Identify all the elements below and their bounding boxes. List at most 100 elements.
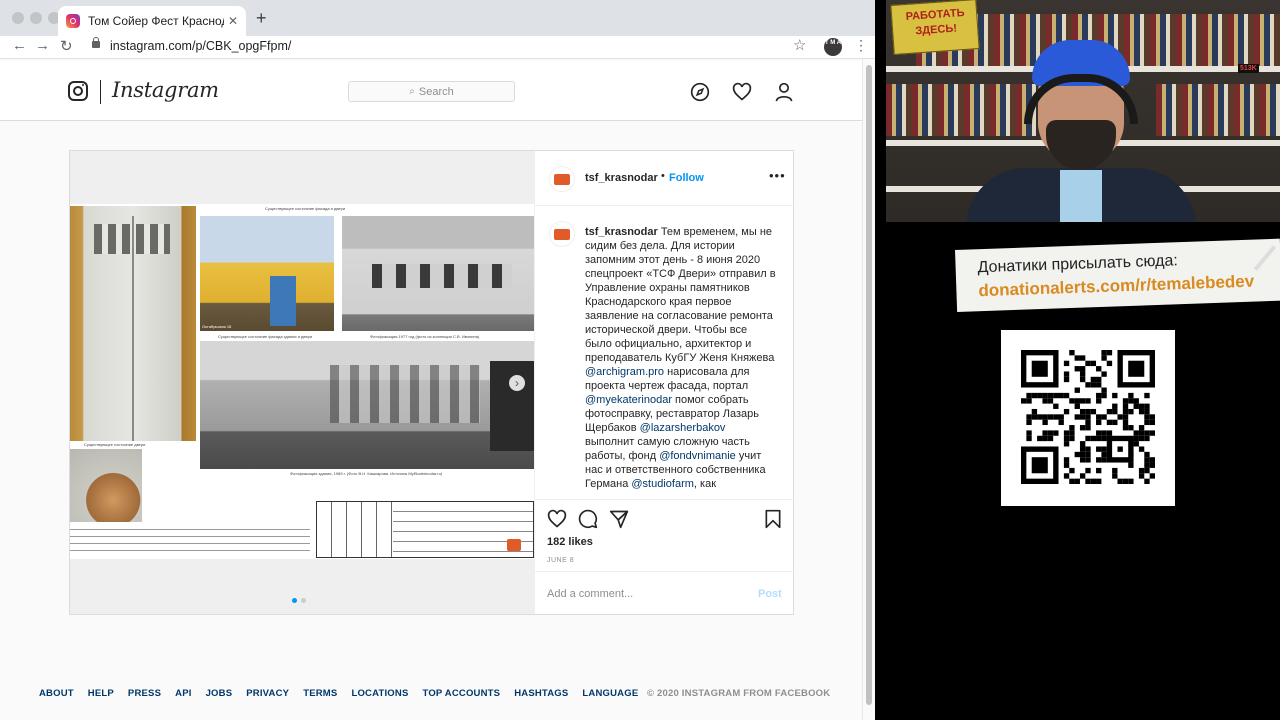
browser-menu-icon[interactable]: ⋮ (854, 37, 868, 54)
streamer (966, 40, 1196, 222)
post-date[interactable]: JUNE 8 (547, 557, 574, 564)
scrollbar-thumb[interactable] (866, 65, 872, 705)
address-bar[interactable]: instagram.com/p/CBK_opgFfpm/ (110, 39, 291, 53)
post-comment-button[interactable]: Post (758, 588, 782, 600)
archive-1977-caption: Фотофиксация 1977 год (фото из коллекции… (370, 334, 480, 339)
donation-qr-card (1001, 330, 1175, 506)
caption-text: Тем временем, мы не сидим без дела. Для … (585, 226, 776, 490)
color-facade-photo (200, 216, 334, 331)
donation-text: Донатики присылать сюда: (977, 252, 1179, 277)
qr-code[interactable] (1021, 350, 1155, 484)
facade-caption: Существующее состояние фасада здания и д… (218, 334, 313, 339)
comments-section[interactable]: tsf_krasnodar Тем временем, мы не сидим … (535, 207, 794, 497)
footer-link-top-accounts[interactable]: TOP ACCOUNTS (422, 688, 500, 699)
sheet-top-caption: Существующее состояние фасада и двери (265, 206, 346, 211)
likes-count[interactable]: 182 likes (547, 536, 593, 548)
explore-compass-icon[interactable] (690, 82, 710, 102)
carousel-indicator (292, 598, 306, 603)
mention-link[interactable]: @archigram.pro (585, 366, 664, 378)
post-sidebar: tsf_krasnodar • Follow ••• tsf_krasnodar… (534, 151, 794, 614)
footer-link-jobs[interactable]: JOBS (206, 688, 233, 699)
footer-link-terms[interactable]: TERMS (303, 688, 337, 699)
browser-toolbar: ← → ↻ instagram.com/p/CBK_opgFfpm/ ☆ T M… (0, 36, 875, 58)
mention-link[interactable]: @fondvnimanie (659, 450, 736, 462)
mention-link[interactable]: @studiofarm (631, 478, 694, 490)
footer-link-privacy[interactable]: PRIVACY (246, 688, 289, 699)
footer-link-hashtags[interactable]: HASHTAGS (514, 688, 568, 699)
comment-input[interactable]: Add a comment... (547, 588, 633, 600)
share-paper-plane-icon[interactable] (609, 509, 629, 529)
counter-badge: 513K (1238, 64, 1259, 73)
post-caption: tsf_krasnodar Тем временем, мы не сидим … (585, 225, 777, 491)
search-placeholder: Search (418, 85, 454, 98)
activity-heart-icon[interactable] (732, 82, 752, 102)
streamer-shirt (1060, 170, 1102, 222)
footer-link-api[interactable]: API (175, 688, 191, 699)
instagram-footer: ABOUT HELP PRESS API JOBS PRIVACY TERMS LOCATIO… (0, 688, 862, 708)
donation-link[interactable]: donationalerts.com/r/temalebedev (978, 272, 1254, 302)
sheet-notes (70, 524, 310, 554)
caption-username-link[interactable]: tsf_krasnodar (585, 226, 658, 238)
like-heart-icon[interactable] (547, 509, 567, 529)
post-media[interactable]: Существующее состояние двери Существующе… (70, 151, 534, 614)
caption-fragment: Тем временем, мы не сидим без дела. Для … (585, 226, 776, 364)
search-icon: ⌕ (409, 86, 415, 97)
instagram-logo-icon[interactable] (68, 81, 88, 101)
streamer-beard (1046, 120, 1116, 170)
save-bookmark-icon[interactable] (763, 509, 783, 529)
footer-link-locations[interactable]: LOCATIONS (351, 688, 408, 699)
forward-button[interactable]: → (35, 37, 50, 54)
instagram-favicon-icon (66, 14, 80, 28)
follow-button[interactable]: Follow (669, 172, 704, 184)
footer-copyright: © 2020 INSTAGRAM FROM FACEBOOK (647, 688, 831, 699)
footer-link-about[interactable]: ABOUT (39, 688, 74, 699)
instagram-wordmark[interactable]: Instagram (112, 78, 219, 102)
tab-bar: Том Сойер Фест Краснодар c ✕ + (0, 0, 875, 36)
logo-divider (100, 80, 101, 104)
mention-link[interactable]: @myekaterinodar (585, 394, 672, 406)
lock-icon (92, 37, 100, 48)
archive-building-photo (342, 216, 534, 331)
search-input[interactable]: ⌕ Search (348, 81, 515, 102)
author-avatar[interactable] (549, 166, 575, 192)
reload-button[interactable]: ↻ (60, 37, 73, 55)
drawing-title-block (316, 501, 534, 558)
browser-profile-avatar[interactable]: T M A (824, 38, 842, 56)
footer-link-help[interactable]: HELP (88, 688, 114, 699)
work-here-sign-text: РАБОТАТЬ ЗДЕСЬ! (905, 6, 965, 38)
post-header: tsf_krasnodar • Follow ••• (535, 151, 794, 206)
carousel-dot (301, 598, 306, 603)
footer-link-language[interactable]: LANGUAGE (582, 688, 638, 699)
webcam-feed: РАБОТАТЬ ЗДЕСЬ! 513K (886, 0, 1280, 222)
tab-close-icon[interactable]: ✕ (228, 14, 238, 28)
paint-layers-photo (70, 449, 142, 522)
minimize-window-button[interactable] (30, 12, 42, 24)
post-card: Существующее состояние двери Существующе… (69, 150, 794, 615)
close-window-button[interactable] (12, 12, 24, 24)
caption-fragment: , как (693, 478, 717, 490)
new-tab-button[interactable]: + (256, 8, 267, 29)
bookmark-star-icon[interactable]: ☆ (793, 36, 806, 54)
toolbar-divider (0, 58, 875, 59)
carousel-next-button[interactable]: › (509, 375, 525, 391)
comment-bar: Add a comment... Post (535, 571, 794, 614)
browser-window: Том Сойер Фест Краснодар c ✕ + ← → ↻ ins… (0, 0, 875, 720)
profile-icon[interactable] (774, 82, 794, 102)
comment-bubble-icon[interactable] (578, 509, 598, 529)
author-username-link[interactable]: tsf_krasnodar (585, 172, 658, 184)
back-button[interactable]: ← (12, 37, 27, 54)
more-options-icon[interactable]: ••• (769, 168, 786, 183)
tab-title: Том Сойер Фест Краснодар c (88, 14, 224, 28)
carousel-dot-active (292, 598, 297, 603)
donation-banner: Донатики присылать сюда: donationalerts.… (955, 238, 1280, 312)
footer-link-press[interactable]: PRESS (128, 688, 161, 699)
presentation-sheet-image: Существующее состояние двери Существующе… (70, 204, 534, 559)
post-actions: 182 likes JUNE 8 (535, 499, 794, 571)
street-caption: Фотофиксация здания, 1989 г. (Фото В.Н. … (290, 471, 443, 476)
mention-link[interactable]: @lazarsherbakov (640, 422, 726, 434)
caption-author-avatar[interactable] (549, 221, 575, 247)
footer-links: ABOUT HELP PRESS API JOBS PRIVACY TERMS LOCATIO… (39, 688, 652, 699)
facade-address-tag: Октябрьская 16 (202, 324, 232, 329)
street-archive-photo (200, 341, 534, 469)
browser-tab[interactable]: Том Сойер Фест Краснодар c ✕ (58, 6, 246, 36)
